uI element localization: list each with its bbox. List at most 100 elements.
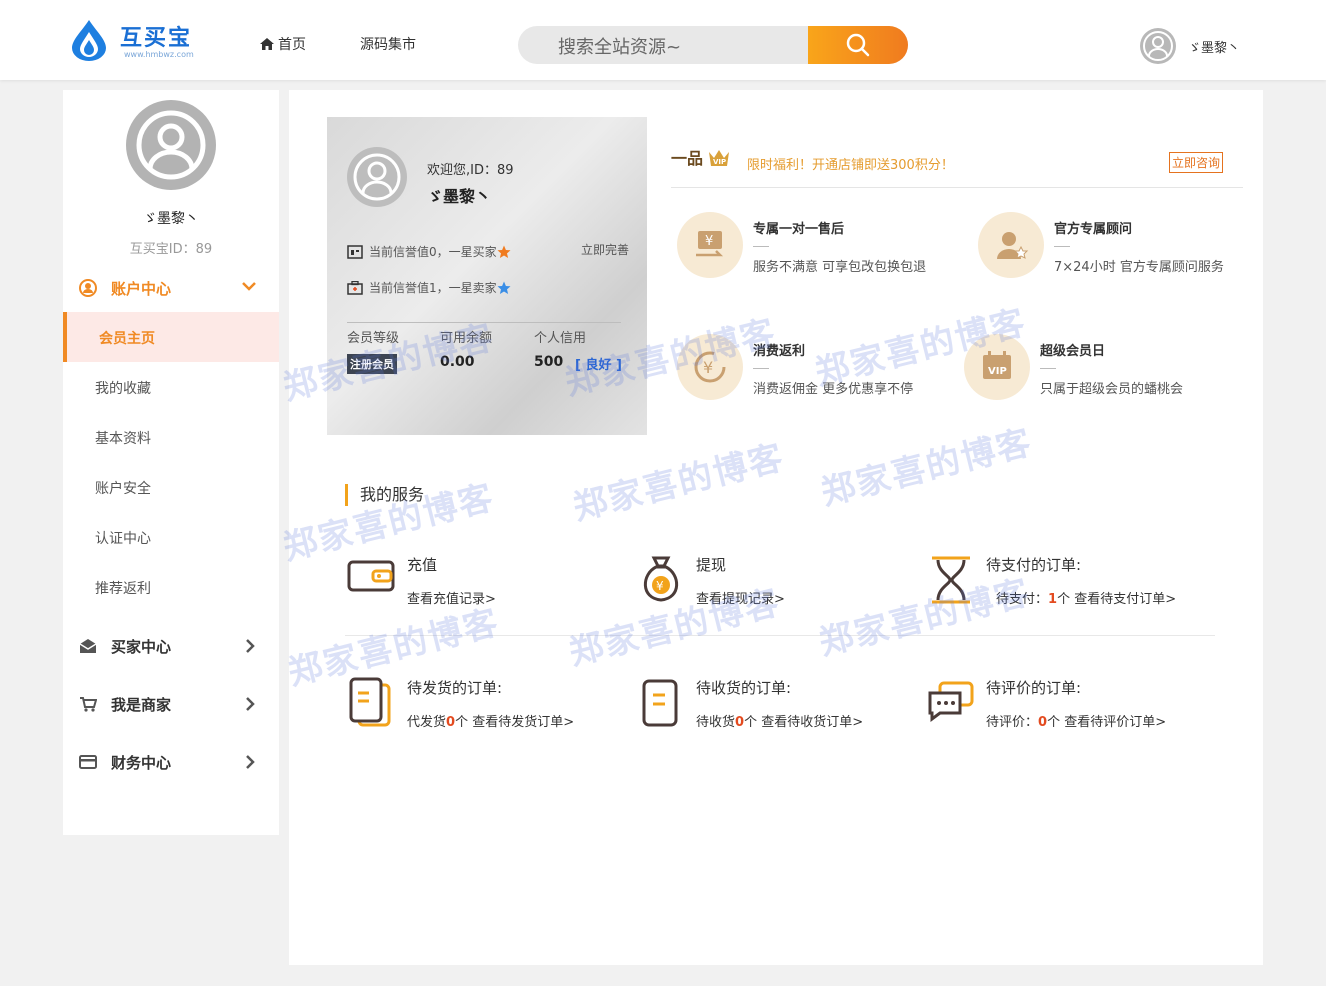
service-title: 提现 xyxy=(696,556,727,574)
chat-bubble-icon xyxy=(928,681,974,722)
feature-desc: 服务不满意 可享包改包换包退 xyxy=(753,260,927,275)
sidebar-user-id: 互买宝ID：89 xyxy=(129,242,213,257)
service-link[interactable]: 待收货0个 查看待收货订单> xyxy=(696,711,863,730)
member-card: 欢迎您,ID：89 ゞ墨黎丶 当前信誉值0，一星买家 立即完善 当前信誉值1，一… xyxy=(327,117,647,435)
search-box[interactable]: 搜索全站资源~ xyxy=(518,26,908,64)
complete-profile-link[interactable]: 立即完善 xyxy=(581,241,629,258)
menu-account-center[interactable]: 账户中心 xyxy=(63,268,279,308)
menu-finance-center[interactable]: 财务中心 xyxy=(63,742,279,782)
service-title: 待收货的订单: xyxy=(696,679,792,697)
welcome-text: 欢迎您,ID：89 xyxy=(427,163,514,178)
service-pending-review[interactable]: 待评价的订单: 待评价：0个 查看待评价订单> xyxy=(926,677,1186,737)
svg-text:¥: ¥ xyxy=(705,234,713,249)
balance-value: 0.00 xyxy=(440,354,475,370)
sidebar-item-favorites[interactable]: 我的收藏 xyxy=(63,362,279,412)
feature-title: 专属一对一售后 xyxy=(753,222,845,237)
service-title: 待发货的订单: xyxy=(407,679,503,697)
avatar xyxy=(1140,28,1176,64)
user-icon xyxy=(136,110,206,180)
envelope-open-icon xyxy=(79,639,97,653)
chevron-right-icon xyxy=(246,755,255,769)
menu-account-center-label: 账户中心 xyxy=(111,280,172,298)
service-link[interactable]: 查看充值记录> xyxy=(407,588,496,607)
sidebar-item-basic-info[interactable]: 基本资料 xyxy=(63,412,279,462)
credit-value: 500 xyxy=(534,354,564,370)
user-menu[interactable]: ゞ墨黎丶 xyxy=(1140,22,1252,70)
sidebar-item-referral[interactable]: 推荐返利 xyxy=(63,562,279,612)
feature-super-member-day: VIP 超级会员日 只属于超级会员的蟠桃会 xyxy=(964,334,1254,404)
sidebar-item-verification[interactable]: 认证中心 xyxy=(63,512,279,562)
feature-advisor: 官方专属顾问 7×24小时 官方专属顾问服务 xyxy=(978,212,1268,282)
stat-label-balance: 可用余额 xyxy=(440,331,493,346)
site-logo[interactable]: 互买宝 www.hmbwz.com xyxy=(68,16,208,64)
chevron-right-icon xyxy=(246,639,255,653)
service-link[interactable]: 查看提现记录> xyxy=(696,588,785,607)
star-icon xyxy=(497,281,511,294)
hourglass-icon xyxy=(932,556,970,604)
nav-home[interactable]: 首页 xyxy=(260,34,306,54)
svg-text:VIP: VIP xyxy=(713,158,726,166)
credit-card-icon xyxy=(79,755,97,769)
document-icon xyxy=(349,677,391,727)
main-panel: 欢迎您,ID：89 ゞ墨黎丶 当前信誉值0，一星买家 立即完善 当前信誉值1，一… xyxy=(289,90,1263,965)
service-recharge[interactable]: 充值 查看充值记录> xyxy=(347,554,607,614)
service-link[interactable]: 代发货0个 查看待发货订单> xyxy=(407,711,574,730)
svg-text:¥: ¥ xyxy=(703,358,713,377)
svg-text:¥: ¥ xyxy=(656,579,664,593)
service-pending-receipt[interactable]: 待收货的订单: 待收货0个 查看待收货订单> xyxy=(636,677,896,737)
vip-crown-icon: 一品 VIP xyxy=(671,149,729,168)
logo-drop-icon xyxy=(72,20,106,61)
feature-title: 超级会员日 xyxy=(1040,344,1106,359)
feature-title: 消费返利 xyxy=(753,344,806,359)
document-icon xyxy=(642,679,678,727)
feature-desc: 只属于超级会员的蟠桃会 xyxy=(1040,382,1184,397)
member-level-badge: 注册会员 xyxy=(347,354,397,374)
service-pending-payment[interactable]: 待支付的订单: 待支付：1个 查看待支付订单> xyxy=(926,554,1186,614)
nav-source-market[interactable]: 源码集市 xyxy=(360,34,416,54)
services-section-title: 我的服务 xyxy=(345,484,424,506)
chevron-down-icon xyxy=(242,282,256,291)
buyer-reputation-text: 当前信誉值0，一星买家 xyxy=(369,245,497,259)
vip-logo: 一品 VIP xyxy=(671,144,737,180)
feature-after-sales: ¥ 专属一对一售后 服务不满意 可享包改包换包退 xyxy=(677,212,967,282)
user-icon xyxy=(353,153,401,201)
logo-url: www.hmbwz.com xyxy=(124,50,194,59)
sidebar-item-member-home[interactable]: 会员主页 xyxy=(63,312,279,362)
menu-finance-center-label: 财务中心 xyxy=(111,754,172,772)
home-icon xyxy=(260,38,274,50)
search-icon xyxy=(846,33,870,57)
sidebar: ゞ墨黎丶 互买宝ID：89 账户中心 会员主页 我的收藏 基本资料 账户安全 认… xyxy=(63,90,279,835)
card-username: ゞ墨黎丶 xyxy=(427,187,492,206)
consult-button[interactable]: 立即咨询 xyxy=(1168,152,1223,173)
service-title: 待支付的订单: xyxy=(986,556,1082,574)
service-link[interactable]: 待评价：0个 查看待评价订单> xyxy=(986,711,1166,730)
chevron-right-icon xyxy=(246,697,255,711)
vip-promo-text: 限时福利！开通店铺即送300积分！ xyxy=(747,158,954,173)
service-withdraw[interactable]: ¥ 提现 查看提现记录> xyxy=(636,554,896,614)
user-circle-icon xyxy=(79,279,97,297)
menu-merchant-label: 我是商家 xyxy=(111,696,172,714)
briefcase-icon xyxy=(347,280,363,295)
service-link[interactable]: 待支付：1个 查看待支付订单> xyxy=(996,588,1176,607)
money-bag-icon: ¥ xyxy=(643,556,679,602)
sidebar-username: ゞ墨黎丶 xyxy=(143,211,199,227)
sidebar-item-security[interactable]: 账户安全 xyxy=(63,462,279,512)
sidebar-avatar[interactable] xyxy=(126,100,216,190)
menu-buyer-center[interactable]: 买家中心 xyxy=(63,626,279,666)
advisor-icon xyxy=(978,212,1044,278)
search-button[interactable] xyxy=(808,26,908,64)
user-icon xyxy=(1143,31,1173,61)
sidebar-item-label: 认证中心 xyxy=(95,531,151,547)
feature-rebate: ¥ 消费返利 消费返佣金 更多优惠享不停 xyxy=(677,334,967,404)
logo-text: 互买宝 xyxy=(120,26,193,51)
menu-merchant[interactable]: 我是商家 xyxy=(63,684,279,724)
search-input[interactable]: 搜索全站资源~ xyxy=(558,33,681,59)
service-pending-shipment[interactable]: 待发货的订单: 代发货0个 查看待发货订单> xyxy=(347,677,607,737)
money-exchange-icon: ¥ xyxy=(677,212,743,278)
services-divider xyxy=(345,635,1215,636)
vip-banner: 一品 VIP 限时福利！开通店铺即送300积分！ 立即咨询 xyxy=(671,142,1243,188)
menu-buyer-center-label: 买家中心 xyxy=(111,638,172,656)
credit-tag: [ 良好 ] xyxy=(575,358,622,373)
star-icon xyxy=(497,245,511,258)
wallet-icon xyxy=(347,560,395,592)
